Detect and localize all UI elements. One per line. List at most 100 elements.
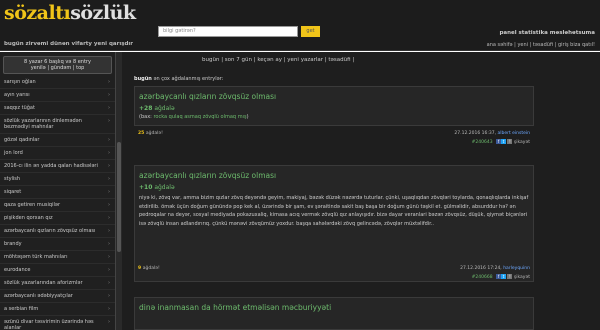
sidebar-topic-item[interactable]: sarışın oğlan › <box>0 76 115 89</box>
entry-meta: 9 ağdalə! 27.12.2016 17:24, harleyquinn … <box>134 266 534 284</box>
sidebar-topic-label: saqqız tüğat <box>4 105 35 111</box>
sidebar-topic-item[interactable]: siqaret › <box>0 186 115 199</box>
header-tagline[interactable]: bugün zirvəmi dünən vifarty yeni qarışdı… <box>4 41 133 47</box>
entry-title[interactable]: dinə inanmasan da hörmət etməlisən məcbu… <box>135 298 533 312</box>
sidebar-topic-item[interactable]: pişikden qorxan qız › <box>0 212 115 225</box>
entry-bax-link[interactable]: rocka qulaq asmaq zövqlü olmaq mış <box>153 114 246 120</box>
sidebar-topic-item[interactable]: azərbaycanlı qızların zövqsüz olması › <box>0 225 115 238</box>
sidebar-topic-item[interactable]: eurodance › <box>0 264 115 277</box>
entry-likes[interactable]: 9 ağdalə! <box>138 266 160 271</box>
sidebar-topic-label: əzünü divar təsvirimin üzərində həs alan… <box>4 319 94 330</box>
sidebar-topic-item[interactable]: brandy › <box>0 238 115 251</box>
entry-author[interactable]: harleyquinn <box>503 266 530 271</box>
sidebar-topic-label: 2016-cı ilin ən yadda qalan hadisələri <box>4 163 98 169</box>
sidebar-topic-item[interactable]: möhtəşəm türk mahnıları › <box>0 251 115 264</box>
sidebar-topic-item[interactable]: jon lord › <box>0 147 115 160</box>
sidebar-topic-label: a serbian film <box>4 306 39 312</box>
entry-meta-right: 27.12.2016 16:37, albert einstein #24064… <box>454 131 530 145</box>
sidebar-topic-label: sözlük yazarlarının dinlemədən bezmədiyi… <box>4 118 82 130</box>
chevron-right-icon: › <box>108 189 110 195</box>
entry-author[interactable]: albert einstein <box>497 131 530 136</box>
twitter-share-icon[interactable]: t <box>501 139 507 144</box>
sidebar-topic-item[interactable]: sözlük yazarlarının dinlemədən bezmədiyi… <box>0 115 115 134</box>
entry-text-prefix: (bax: <box>139 114 152 120</box>
entry-likes-label: ağdalə! <box>145 131 163 136</box>
chevron-right-icon: › <box>108 163 110 169</box>
entry-meta: 25 ağdalə! 27.12.2016 16:37, albert eins… <box>134 131 534 149</box>
chevron-right-icon: › <box>108 105 110 111</box>
scrollbar-thumb[interactable] <box>117 142 121 252</box>
entry-likes-count: 9 <box>138 266 142 271</box>
chevron-right-icon: › <box>108 267 110 273</box>
page: sözaltısözlük bugün zirvəmi dünən vifart… <box>0 0 600 330</box>
entry-report[interactable]: şikayət <box>514 140 530 145</box>
entry-likes-count: 25 <box>138 131 145 136</box>
sidebar-topic-item[interactable]: ayın yarısı › <box>0 89 115 102</box>
entry-votes-label: ağdalə <box>154 105 175 112</box>
entry-id[interactable]: #240643 <box>472 140 493 145</box>
chevron-right-icon: › <box>108 241 110 247</box>
entry-votes-label: ağdalə <box>154 184 175 191</box>
chevron-right-icon: › <box>108 319 110 325</box>
entry-title[interactable]: azərbaycanlı qızların zövqsüz olması <box>135 87 533 101</box>
chevron-right-icon: › <box>108 150 110 156</box>
sidebar-topic-label: azərbaycanlı ədəbiyyatçılar <box>4 293 73 299</box>
entry-card: dinə inanmasan da hörmət etməlisən məcbu… <box>134 297 534 330</box>
sidebar-topic-label: qaza getiren musiqilər <box>4 202 61 208</box>
entry-votes-value: +28 <box>139 105 153 112</box>
report-icon[interactable]: ! <box>507 139 513 144</box>
sidebar-topic-label: sarışın oğlan <box>4 79 36 85</box>
entry-report[interactable]: şikayət <box>514 275 530 280</box>
sidebar-topic-label: pişikden qorxan qız <box>4 215 53 221</box>
sidebar-topic-item[interactable]: azərbaycanlı ədəbiyyatçılar › <box>0 290 115 303</box>
sidebar-topic-item[interactable]: stylish › <box>0 173 115 186</box>
sub-links[interactable]: ana səhifə | yeni | təsadüfi | giriş biz… <box>487 42 595 48</box>
chevron-right-icon: › <box>108 215 110 221</box>
logo-part1: sözaltı <box>4 2 71 24</box>
chevron-right-icon: › <box>108 92 110 98</box>
chevron-right-icon: › <box>108 202 110 208</box>
logo-part2: sözlük <box>70 2 136 24</box>
search-input[interactable]: bilgi gətirən? <box>158 26 298 37</box>
sidebar-topic-item[interactable]: sözlük yazarlarından aforizmlər › <box>0 277 115 290</box>
entry-votes: +10 ağdalə <box>135 180 533 191</box>
entry-title[interactable]: azərbaycanlı qızların zövqsüz olması <box>135 166 533 180</box>
sidebar-topic-item[interactable]: gözəl qadınlar › <box>0 134 115 147</box>
entry-text-suffix: ) <box>246 114 249 120</box>
entry-card: azərbaycanlı qızların zövqsüz olması +28… <box>134 86 534 126</box>
chevron-right-icon: › <box>108 176 110 182</box>
search-button[interactable]: get <box>301 26 320 37</box>
sidebar-topic-label: eurodance <box>4 267 31 273</box>
sidebar-topic-label: ayın yarısı <box>4 92 30 98</box>
entry-likes[interactable]: 25 ağdalə! <box>138 131 163 136</box>
twitter-share-icon[interactable]: t <box>501 274 507 279</box>
top-links[interactable]: panel statistika məsləhətsuma <box>499 30 595 36</box>
entry-id[interactable]: #240668 <box>472 275 493 280</box>
sidebar-header-links[interactable]: yenilə | gündəm | top <box>6 65 109 71</box>
sidebar-topic-list: sarışın oğlan › ayın yarısı › saqqız tüğat › s… <box>0 76 115 330</box>
chevron-right-icon: › <box>108 118 110 124</box>
header-bar: sözaltısözlük bugün zirvəmi dünən vifart… <box>0 0 600 51</box>
sidebar-topic-item[interactable]: 2016-cı ilin ən yadda qalan hadisələri › <box>0 160 115 173</box>
chevron-right-icon: › <box>108 254 110 260</box>
sidebar-header: 8 yazar 6 başlıq və 8 entry yenilə | gün… <box>3 56 112 74</box>
entry-text: niyə ki, zövq var, amma bizim qızlar zöv… <box>139 195 529 228</box>
sidebar-topic-item[interactable]: saqqız tüğat › <box>0 102 115 115</box>
report-icon[interactable]: ! <box>507 274 513 279</box>
sidebar-topic-item[interactable]: a serbian film › <box>0 303 115 316</box>
entry-text: (bax: rocka qulaq asmaq zövqlü olmaq mış… <box>135 112 533 122</box>
section-heading: bugün ən çox ağdalanmış entrylər: <box>134 76 223 82</box>
chevron-right-icon: › <box>108 79 110 85</box>
sidebar-topic-label: siqaret <box>4 189 22 195</box>
chevron-right-icon: › <box>108 293 110 299</box>
period-nav[interactable]: bugün | son 7 gün | keçən ay | yeni yaza… <box>202 57 354 63</box>
sidebar-topic-item[interactable]: qaza getiren musiqilər › <box>0 199 115 212</box>
sidebar-topic-label: sözlük yazarlarından aforizmlər <box>4 280 83 286</box>
chevron-right-icon: › <box>108 137 110 143</box>
sidebar-topic-label: jon lord <box>4 150 23 156</box>
site-logo[interactable]: sözaltısözlük <box>4 2 136 24</box>
sidebar-topic-item[interactable]: əzünü divar təsvirimin üzərində həs alan… <box>0 316 115 330</box>
sidebar-topic-label: stylish <box>4 176 21 182</box>
sidebar: 8 yazar 6 başlıq və 8 entry yenilə | gün… <box>0 52 116 330</box>
chevron-right-icon: › <box>108 280 110 286</box>
